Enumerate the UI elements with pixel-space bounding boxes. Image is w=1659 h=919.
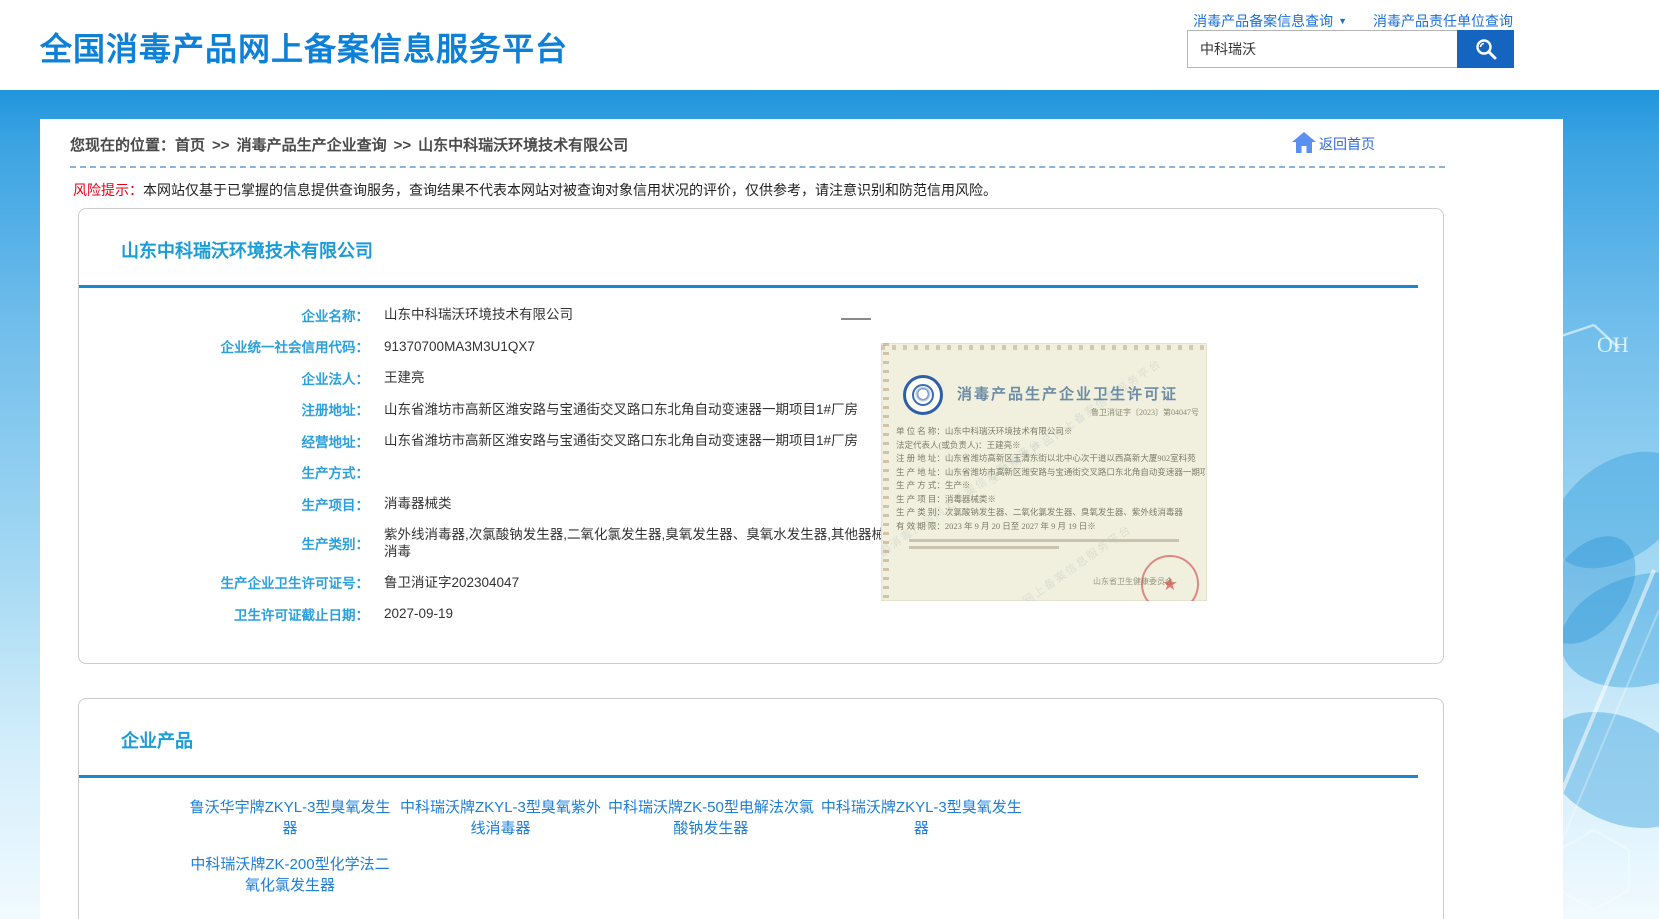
enterprise-products-card: 企业产品 鲁沃华宇牌ZKYL-3型臭氧发生器 中科瑞沃牌ZKYL-3型臭氧紫外线… — [78, 698, 1444, 919]
breadcrumb-separator: >> — [394, 137, 412, 154]
product-link[interactable]: 中科瑞沃牌ZKYL-3型臭氧发生器 — [818, 797, 1024, 839]
field-label: 生产企业卫生许可证号： — [79, 572, 369, 592]
back-home-label: 返回首页 — [1319, 134, 1375, 154]
nav-link-record-info-query[interactable]: 消毒产品备案信息查询 ▼ — [1193, 11, 1347, 31]
field-value: 王建亮 — [384, 369, 425, 386]
chevron-down-icon: ▼ — [1338, 16, 1347, 26]
field-row-credit-code: 企业统一社会信用代码： 91370700MA3M3U1QX7 — [79, 331, 949, 363]
field-row-business-address: 经营地址： 山东省潍坊市高新区潍安路与宝通街交叉路口东北角自动变速器一期项目1#… — [79, 425, 949, 457]
field-label: 生产方式： — [79, 462, 369, 482]
field-value: 91370700MA3M3U1QX7 — [384, 338, 535, 355]
product-link-list: 鲁沃华宇牌ZKYL-3型臭氧发生器 中科瑞沃牌ZKYL-3型臭氧紫外线消毒器 中… — [187, 797, 1027, 911]
search-icon — [1473, 36, 1499, 62]
card-title-underline — [79, 775, 1418, 778]
field-label: 企业统一社会信用代码： — [79, 336, 369, 356]
scan-artifact-dash — [841, 318, 871, 320]
product-link[interactable]: 鲁沃华宇牌ZKYL-3型臭氧发生器 — [187, 797, 393, 839]
certificate-perforation — [883, 343, 889, 601]
breadcrumb-prefix: 您现在的位置： — [70, 137, 175, 154]
breadcrumb-item-home[interactable]: 首页 — [175, 137, 205, 154]
nav-link-label: 消毒产品备案信息查询 — [1193, 13, 1333, 29]
field-row-license-number: 生产企业卫生许可证号： 鲁卫消证字202304047 — [79, 567, 949, 599]
certificate-body: 单 位 名 称：山东中科瑞沃环境技术有限公司※ 法定代表人(或负责人)：王建亮※… — [896, 425, 1205, 533]
field-value: 山东省潍坊市高新区潍安路与宝通街交叉路口东北角自动变速器一期项目1#厂房 — [384, 432, 858, 449]
top-nav: 消毒产品备案信息查询 ▼ 消毒产品责任单位查询 — [1193, 11, 1513, 31]
certificate-fine-print — [909, 546, 1059, 549]
certificate-line: 生 产 类 别：次氯酸钠发生器、二氧化氯发生器、臭氧发生器、紫外线消毒器 — [896, 506, 1205, 520]
page-title: 全国消毒产品网上备案信息服务平台 — [40, 24, 568, 70]
risk-notice-text: 本网站仅基于已掌握的信息提供查询服务，查询结果不代表本网站对被查询对象信用状况的… — [143, 182, 997, 198]
field-row-production-project: 生产项目： 消毒器械类 — [79, 488, 949, 520]
certificate-line: 法定代表人(或负责人)：王建亮※ — [896, 439, 1205, 453]
field-value: 2027-09-19 — [384, 605, 453, 622]
field-label: 注册地址： — [79, 399, 369, 419]
search-input[interactable] — [1187, 30, 1457, 68]
certificate-line: 生 产 地 址：山东省潍坊市高新区潍安路与宝通街交叉路口东北角自动变速器一期项目… — [896, 466, 1205, 480]
nav-link-responsible-unit-query[interactable]: 消毒产品责任单位查询 — [1373, 11, 1513, 31]
field-value: 鲁卫消证字202304047 — [384, 574, 519, 591]
field-value: 山东省潍坊市高新区潍安路与宝通街交叉路口东北角自动变速器一期项目1#厂房 — [384, 401, 858, 418]
certificate-perforation — [881, 345, 1207, 350]
field-row-production-mode: 生产方式： — [79, 457, 949, 489]
breadcrumb: 您现在的位置：首页 >> 消毒产品生产企业查询 >> 山东中科瑞沃环境技术有限公司 — [70, 134, 628, 155]
product-link[interactable]: 中科瑞沃牌ZKYL-3型臭氧紫外线消毒器 — [397, 797, 603, 839]
certificate-line: 生 产 方 式：生产※ — [896, 479, 1205, 493]
field-label: 企业法人： — [79, 368, 369, 388]
field-value: 消毒器械类 — [384, 495, 452, 512]
hygiene-license-certificate-image: 全国消毒产品网上备案信息服务平台 全国消毒产品网上备案信息服务平台 全国消毒产品… — [881, 343, 1207, 601]
field-value: 山东中科瑞沃环境技术有限公司 — [384, 306, 573, 323]
products-card-title: 企业产品 — [121, 727, 193, 753]
company-info-card: 山东中科瑞沃环境技术有限公司 企业名称： 山东中科瑞沃环境技术有限公司 企业统一… — [78, 208, 1444, 664]
certificate-line: 注 册 地 址：山东省潍坊高新区玉清东街以北中心次干道以西高新大厦902室科苑 — [896, 452, 1205, 466]
company-fields: 企业名称： 山东中科瑞沃环境技术有限公司 企业统一社会信用代码： 9137070… — [79, 299, 949, 630]
search-bar — [1187, 30, 1514, 68]
field-row-license-expiry: 卫生许可证截止日期： 2027-09-19 — [79, 598, 949, 630]
certificate-fine-print — [909, 539, 1179, 542]
red-official-seal-icon: ★ — [1141, 555, 1199, 601]
search-button[interactable] — [1457, 30, 1514, 68]
certificate-line: 有 效 期 限：2023 年 9 月 20 日至 2027 年 9 月 19 日… — [896, 520, 1205, 534]
field-row-legal-person: 企业法人： 王建亮 — [79, 362, 949, 394]
field-label: 生产项目： — [79, 494, 369, 514]
field-row-company-name: 企业名称： 山东中科瑞沃环境技术有限公司 — [79, 299, 949, 331]
product-link[interactable]: 中科瑞沃牌ZK-50型电解法次氯酸钠发生器 — [608, 797, 814, 839]
home-icon — [1291, 130, 1317, 154]
breadcrumb-item-enterprise-query[interactable]: 消毒产品生产企业查询 — [237, 137, 387, 154]
certificate-line: 单 位 名 称：山东中科瑞沃环境技术有限公司※ — [896, 425, 1205, 439]
field-label: 企业名称： — [79, 305, 369, 325]
field-row-production-category: 生产类别： 紫外线消毒器,次氯酸钠发生器,二氧化氯发生器,臭氧发生器、臭氧水发生… — [79, 520, 949, 567]
product-link[interactable]: 中科瑞沃牌ZK-200型化学法二氧化氯发生器 — [187, 854, 393, 896]
molecule-label-oh: OH — [1597, 332, 1629, 357]
page: 全国消毒产品网上备案信息服务平台 消毒产品备案信息查询▼ 消毒产品责任单位查询 … — [0, 0, 1659, 919]
back-home-link[interactable]: 返回首页 — [1291, 130, 1375, 154]
risk-notice-label: 风险提示： — [73, 182, 143, 198]
field-label: 生产类别： — [79, 533, 369, 553]
company-card-title: 山东中科瑞沃环境技术有限公司 — [121, 237, 373, 263]
certificate-line: 生 产 项 目：消毒器械类※ — [896, 493, 1205, 507]
field-label: 经营地址： — [79, 431, 369, 451]
content-panel: 您现在的位置：首页 >> 消毒产品生产企业查询 >> 山东中科瑞沃环境技术有限公司 返回… — [40, 119, 1563, 919]
certificate-number: 鲁卫消证字〔2023〕第04047号 — [1091, 407, 1199, 418]
certificate-title: 消毒产品生产企业卫生许可证 — [957, 383, 1203, 404]
card-title-underline — [79, 285, 1418, 288]
field-value: 紫外线消毒器,次氯酸钠发生器,二氧化氯发生器,臭氧发生器、臭氧水发生器,其他器械… — [384, 526, 889, 560]
breadcrumb-item-current-company: 山东中科瑞沃环境技术有限公司 — [418, 137, 628, 154]
breadcrumb-separator: >> — [212, 137, 230, 154]
risk-notice: 风险提示：本网站仅基于已掌握的信息提供查询服务，查询结果不代表本网站对被查询对象… — [73, 180, 997, 200]
health-commission-emblem-icon — [903, 375, 943, 415]
field-row-registered-address: 注册地址： 山东省潍坊市高新区潍安路与宝通街交叉路口东北角自动变速器一期项目1#… — [79, 394, 949, 426]
field-label: 卫生许可证截止日期： — [79, 604, 369, 624]
dashed-divider — [70, 166, 1445, 168]
